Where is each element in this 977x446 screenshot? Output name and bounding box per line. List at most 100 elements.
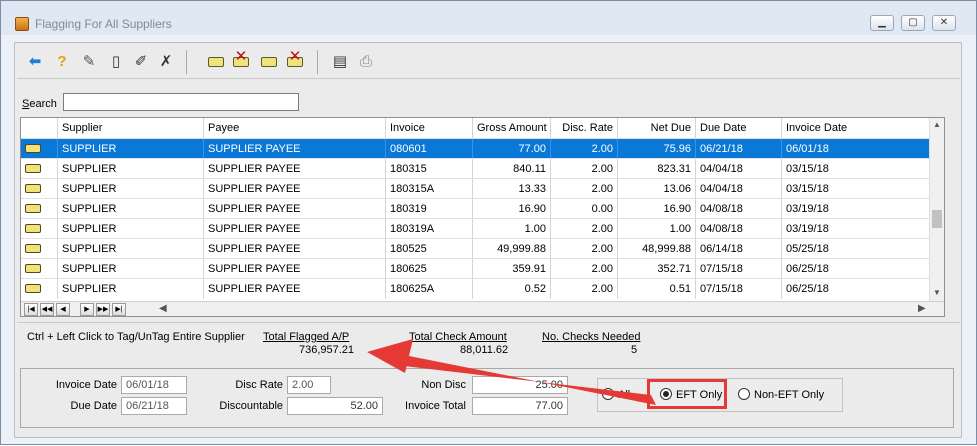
cell-due: 04/08/18	[696, 199, 782, 219]
cell-disc: 2.00	[551, 219, 618, 239]
print-icon[interactable]: ⎙	[356, 52, 376, 72]
header-invoice-date[interactable]: Invoice Date	[782, 118, 931, 138]
search-input[interactable]	[63, 93, 299, 111]
tag-icon[interactable]	[206, 52, 226, 72]
row-tag-icon[interactable]	[21, 259, 58, 279]
row-tag-icon[interactable]	[21, 279, 58, 299]
table-row[interactable]: SUPPLIER SUPPLIER PAYEE 180625A 0.52 2.00 0.5…	[21, 278, 931, 299]
scroll-left-icon[interactable]: ◀	[159, 303, 167, 314]
header-disc-rate[interactable]: Disc. Rate	[551, 118, 618, 138]
cell-disc: 2.00	[551, 179, 618, 199]
cell-inv-date: 06/25/18	[782, 279, 931, 299]
scroll-thumb[interactable]	[932, 210, 942, 228]
header-tag[interactable]	[21, 118, 58, 138]
discountable-field[interactable]: 52.00	[287, 397, 383, 415]
disc-rate-field[interactable]: 2.00	[287, 376, 331, 394]
minimize-button[interactable]: ▁	[870, 15, 894, 31]
header-supplier[interactable]: Supplier	[58, 118, 204, 138]
total-flagged-value: 736,957.21	[299, 344, 355, 356]
grid-header: Supplier Payee Invoice Gross Amount Disc…	[21, 118, 931, 138]
help-icon[interactable]: ?	[52, 52, 72, 72]
non-disc-field[interactable]: 25.00	[472, 376, 568, 394]
cell-payee: SUPPLIER PAYEE	[204, 279, 386, 299]
radio-non-eft-only[interactable]: Non-EFT Only	[738, 388, 824, 401]
nav-prev-button[interactable]: ◀	[56, 303, 70, 316]
row-tag-icon[interactable]	[21, 139, 58, 159]
nav-first-button[interactable]: |◀	[24, 303, 38, 316]
scroll-right-icon[interactable]: ▶	[918, 303, 926, 314]
cell-invoice: 180525	[386, 239, 473, 259]
cell-gross: 77.00	[473, 139, 551, 159]
radio-non-eft-only-label: Non-EFT Only	[754, 389, 825, 401]
radio-all-dot[interactable]	[602, 388, 614, 400]
header-due-date[interactable]: Due Date	[696, 118, 782, 138]
cell-supplier: SUPPLIER	[58, 139, 204, 159]
nav-prev-page-button[interactable]: ◀◀	[40, 303, 54, 316]
row-tag-icon[interactable]	[21, 159, 58, 179]
header-payee[interactable]: Payee	[204, 118, 386, 138]
table-row[interactable]: SUPPLIER SUPPLIER PAYEE 180525 49,999.88 2.0…	[21, 238, 931, 259]
cell-supplier: SUPPLIER	[58, 259, 204, 279]
invoice-total-field[interactable]: 77.00	[472, 397, 568, 415]
tag-all-icon[interactable]	[259, 52, 279, 72]
cell-supplier: SUPPLIER	[58, 159, 204, 179]
cell-due: 07/15/18	[696, 279, 782, 299]
nav-next-button[interactable]: ▶	[80, 303, 94, 316]
due-date-field[interactable]: 06/21/18	[121, 397, 187, 415]
scroll-up-icon[interactable]: ▲	[933, 120, 941, 129]
cell-inv-date: 05/25/18	[782, 239, 931, 259]
print-preview-icon[interactable]: ▤	[330, 52, 350, 72]
table-row[interactable]: SUPPLIER SUPPLIER PAYEE 180319A 1.00 2.00 1.0…	[21, 218, 931, 239]
header-gross[interactable]: Gross Amount	[473, 118, 551, 138]
cell-supplier: SUPPLIER	[58, 239, 204, 259]
total-check-label: Total Check Amount	[409, 331, 507, 343]
cell-invoice: 080601	[386, 139, 473, 159]
tag-hint: Ctrl + Left Click to Tag/UnTag Entire Su…	[27, 331, 245, 343]
table-row[interactable]: SUPPLIER SUPPLIER PAYEE 180315A 13.33 2.00 13…	[21, 178, 931, 199]
radio-non-eft-only-dot[interactable]	[738, 388, 750, 400]
cell-invoice: 180625	[386, 259, 473, 279]
vertical-scrollbar[interactable]: ▲ ▼	[929, 118, 944, 302]
nav-next-page-button[interactable]: ▶▶	[96, 303, 110, 316]
row-tag-icon[interactable]	[21, 239, 58, 259]
table-row[interactable]: SUPPLIER SUPPLIER PAYEE 180319 16.90 0.00 16.…	[21, 198, 931, 219]
discountable-label: Discountable	[219, 400, 283, 412]
edit-doc-icon[interactable]: ✐	[131, 52, 151, 72]
summary-strip: Ctrl + Left Click to Tag/UnTag Entire Su…	[17, 322, 960, 362]
radio-all[interactable]: All	[602, 388, 630, 401]
cell-net: 13.06	[618, 179, 696, 199]
restore-button[interactable]: ▢	[901, 15, 925, 31]
cell-gross: 840.11	[473, 159, 551, 179]
untag-all-icon[interactable]: ✕	[285, 48, 305, 72]
cell-net: 48,999.88	[618, 239, 696, 259]
nav-last-button[interactable]: ▶|	[112, 303, 126, 316]
table-row[interactable]: SUPPLIER SUPPLIER PAYEE 080601 77.00 2.00 75.…	[21, 138, 931, 159]
cell-disc: 2.00	[551, 279, 618, 299]
header-net-due[interactable]: Net Due	[618, 118, 696, 138]
new-doc-icon[interactable]: ▯	[106, 52, 126, 72]
cell-disc: 0.00	[551, 199, 618, 219]
cell-invoice: 180319	[386, 199, 473, 219]
delete-doc-icon[interactable]: ✗	[156, 52, 176, 72]
close-button[interactable]: ✕	[932, 15, 956, 31]
cell-net: 823.31	[618, 159, 696, 179]
tools-icon[interactable]: ✎	[79, 52, 99, 72]
cell-payee: SUPPLIER PAYEE	[204, 239, 386, 259]
back-arrow-icon[interactable]: ⬅	[25, 52, 45, 72]
scroll-down-icon[interactable]: ▼	[933, 288, 941, 297]
row-tag-icon[interactable]	[21, 219, 58, 239]
num-checks-value: 5	[631, 344, 638, 356]
cell-inv-date: 03/19/18	[782, 219, 931, 239]
table-row[interactable]: SUPPLIER SUPPLIER PAYEE 180625 359.91 2.00 35…	[21, 258, 931, 279]
row-tag-icon[interactable]	[21, 179, 58, 199]
header-invoice[interactable]: Invoice	[386, 118, 473, 138]
cell-supplier: SUPPLIER	[58, 279, 204, 299]
table-row[interactable]: SUPPLIER SUPPLIER PAYEE 180315 840.11 2.00 82…	[21, 158, 931, 179]
untag-icon[interactable]: ✕	[231, 48, 251, 72]
cell-gross: 49,999.88	[473, 239, 551, 259]
cell-supplier: SUPPLIER	[58, 199, 204, 219]
invoice-date-field[interactable]: 06/01/18	[121, 376, 187, 394]
toolbar: ⬅ ? ✎ ▯ ✐ ✗ ✕ ✕ ▤ ⎙	[17, 45, 960, 79]
cell-net: 0.51	[618, 279, 696, 299]
row-tag-icon[interactable]	[21, 199, 58, 219]
